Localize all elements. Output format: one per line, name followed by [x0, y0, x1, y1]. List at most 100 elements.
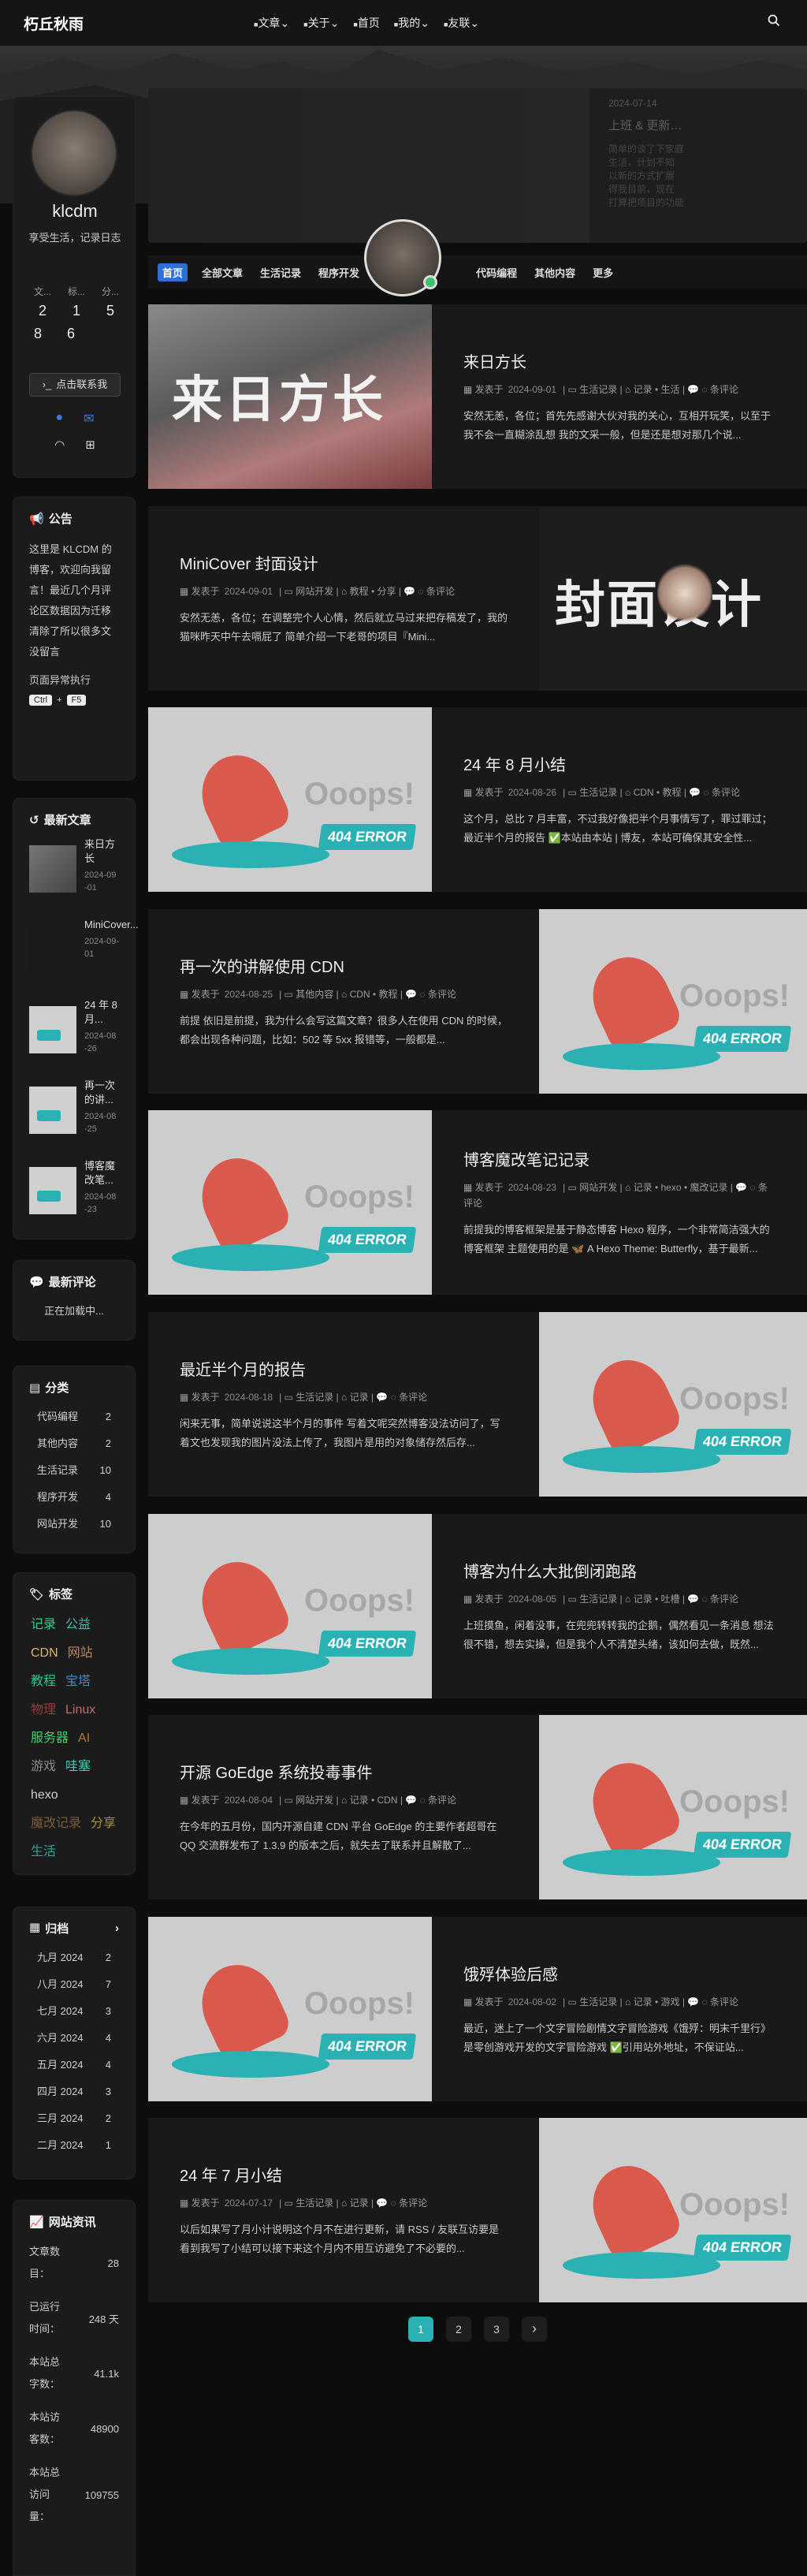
archive-item[interactable]: 四月 2024 3 — [13, 2078, 135, 2105]
post-tag[interactable]: 分享 — [377, 586, 396, 597]
tag-item[interactable]: 服务器 — [31, 1727, 69, 1750]
post-tag[interactable]: CDN — [377, 1795, 397, 1806]
post-cover[interactable]: Ooops! 404 ERROR — [539, 909, 807, 1094]
post-title[interactable]: 24 年 7 月小结 — [180, 2163, 508, 2186]
search-icon[interactable] — [768, 14, 780, 31]
recent-post-title[interactable]: MiniCover... — [84, 918, 139, 932]
tag-item[interactable]: 魔改记录 — [31, 1812, 81, 1836]
nav-item-4[interactable]: ■ 友联 ⌄ — [444, 15, 479, 31]
tag-item[interactable]: 教程 — [31, 1670, 56, 1694]
post-title[interactable]: 博客为什么大批倒闭跑路 — [463, 1559, 775, 1582]
recent-post-title[interactable]: 24 年 8 月... — [84, 998, 119, 1027]
profile-stat[interactable]: 8 — [34, 326, 42, 342]
email-icon[interactable]: ✉ — [84, 411, 94, 427]
post-title[interactable]: MiniCover 封面设计 — [180, 551, 508, 574]
post-card[interactable]: Ooops! 404 ERROR 博客为什么大批倒闭跑路 ▦ 发表于 2024-08-0… — [148, 1514, 807, 1698]
post-cover[interactable]: Ooops! 404 ERROR — [539, 2118, 807, 2302]
post-card[interactable]: Ooops! 404 ERROR 再一次的讲解使用 CDN ▦ 发表于 2024-08-… — [148, 909, 807, 1094]
post-comments[interactable]: 条评论 — [428, 1795, 456, 1806]
post-card[interactable]: 封面设计 MiniCover 封面设计 ▦ 发表于2024-09-01| ▭ 网站开… — [148, 506, 807, 691]
tag-item[interactable]: Linux — [65, 1698, 95, 1722]
recent-post-item[interactable]: 博客魔改笔... 2024-08-23 — [29, 1159, 119, 1240]
post-category[interactable]: 生活记录 — [579, 1996, 617, 2007]
post-tag[interactable]: 记录 — [634, 1996, 653, 2007]
post-cover[interactable]: 来日方长 — [148, 304, 432, 489]
category-item[interactable]: 其他内容 2 — [13, 1430, 135, 1457]
post-tag[interactable]: 教程 — [378, 989, 397, 1000]
nav-item-3[interactable]: ■ 我的 ⌄ — [394, 15, 430, 31]
post-title[interactable]: 24 年 8 月小结 — [463, 752, 775, 775]
recent-post-item[interactable]: 再一次的讲... 2024-08-25 — [29, 1079, 119, 1159]
post-cover[interactable]: Ooops! 404 ERROR — [539, 1715, 807, 1899]
post-card[interactable]: Ooops! 404 ERROR 开源 GoEdge 系统投毒事件 ▦ 发表于 2024… — [148, 1715, 807, 1899]
post-tag[interactable]: 游戏 — [660, 1996, 679, 2007]
post-card[interactable]: Ooops! 404 ERROR 24 年 8 月小结 ▦ 发表于 2024-08-26… — [148, 707, 807, 892]
tag-item[interactable]: hexo — [31, 1784, 58, 1807]
post-tag[interactable]: 记录 — [634, 1594, 653, 1605]
post-tag[interactable]: CDN — [634, 787, 654, 798]
tag-item[interactable]: 分享 — [91, 1812, 116, 1836]
post-comments[interactable]: 条评论 — [426, 586, 455, 597]
post-tag[interactable]: 记录 — [350, 2198, 369, 2209]
post-cover[interactable]: Ooops! 404 ERROR — [148, 1514, 432, 1698]
post-cover[interactable]: Ooops! 404 ERROR — [148, 707, 432, 892]
recent-post-item[interactable]: 来日方长 2024-09-01 — [29, 837, 119, 918]
tag-item[interactable]: 生活 — [31, 1840, 56, 1864]
next-page-button[interactable]: › — [522, 2317, 547, 2342]
archive-item[interactable]: 三月 2024 2 — [13, 2105, 135, 2132]
post-tag[interactable]: CDN — [350, 989, 370, 1000]
nav-item-2[interactable]: ■ 首页 — [353, 15, 379, 31]
post-category[interactable]: 生活记录 — [296, 2198, 333, 2209]
post-title[interactable]: 开源 GoEdge 系统投毒事件 — [180, 1760, 508, 1783]
tag-item[interactable]: 记录 — [31, 1613, 56, 1637]
post-card[interactable]: 来日方长 来日方长 ▦ 发表于 2024-09-01 | ▭ 生活记录 | ⌂ 记录 •… — [148, 304, 807, 489]
page-3[interactable]: 3 — [484, 2317, 509, 2342]
post-category[interactable]: 网站开发 — [296, 586, 333, 597]
post-comments[interactable]: 条评论 — [399, 2198, 427, 2209]
post-cover[interactable]: Ooops! 404 ERROR — [539, 1312, 807, 1497]
profile-stat[interactable]: 分... 5 — [102, 285, 119, 319]
archive-item[interactable]: 二月 2024 1 — [13, 2132, 135, 2159]
tag-item[interactable]: 网站 — [68, 1642, 93, 1665]
github-icon[interactable]: ● — [55, 411, 63, 427]
profile-stat[interactable]: 文... 2 — [34, 285, 51, 319]
nav-item-1[interactable]: ■ 关于 ⌄ — [303, 15, 339, 31]
profile-stat[interactable]: 标... 1 — [68, 285, 85, 319]
post-card[interactable]: Ooops! 404 ERROR 24 年 7 月小结 ▦ 发表于 2024-07-17… — [148, 2118, 807, 2302]
recent-post-title[interactable]: 博客魔改笔... — [84, 1159, 119, 1187]
recent-post-item[interactable]: MiniCover... 2024-09-01 — [29, 918, 139, 998]
post-comments[interactable]: 条评论 — [399, 1392, 427, 1403]
post-title[interactable]: 再一次的讲解使用 CDN — [180, 954, 508, 977]
post-tag[interactable]: 教程 — [350, 586, 369, 597]
tag-item[interactable]: 公益 — [65, 1613, 91, 1637]
page-2[interactable]: 2 — [446, 2317, 471, 2342]
profile-avatar[interactable] — [31, 110, 117, 196]
post-title[interactable]: 博客魔改笔记记录 — [463, 1147, 775, 1170]
recent-post-title[interactable]: 再一次的讲... — [84, 1079, 119, 1107]
post-cover[interactable]: 封面设计 — [539, 506, 807, 691]
post-card[interactable]: Ooops! 404 ERROR 博客魔改笔记记录 ▦ 发表于 2024-08-23 | … — [148, 1110, 807, 1295]
post-category[interactable]: 网站开发 — [296, 1795, 333, 1806]
chevron-right-icon[interactable]: › — [115, 1922, 119, 1935]
post-category[interactable]: 网站开发 — [579, 1182, 617, 1193]
post-category[interactable]: 生活记录 — [579, 787, 617, 798]
post-tag[interactable]: 生活 — [660, 384, 679, 395]
post-category[interactable]: 生活记录 — [579, 384, 617, 395]
post-tag[interactable]: 记录 — [350, 1392, 369, 1403]
category-item[interactable]: 生活记录 10 — [13, 1457, 135, 1484]
tag-item[interactable]: AI — [78, 1727, 90, 1750]
post-category[interactable]: 生活记录 — [579, 1594, 617, 1605]
archive-item[interactable]: 五月 2024 4 — [13, 2052, 135, 2078]
tag-item[interactable]: 宝塔 — [65, 1670, 91, 1694]
post-title[interactable]: 饿殍体验后感 — [463, 1962, 775, 1985]
post-category[interactable]: 其他内容 — [296, 989, 333, 1000]
contact-button[interactable]: ›_ 点击联系我 — [29, 373, 121, 397]
post-tag[interactable]: 记录 — [634, 1182, 653, 1193]
post-title[interactable]: 来日方长 — [463, 349, 775, 372]
tag-item[interactable]: 哇塞 — [65, 1755, 91, 1779]
post-comments[interactable]: 条评论 — [712, 787, 740, 798]
category-item[interactable]: 网站开发 10 — [13, 1511, 135, 1538]
tag-item[interactable]: 物理 — [31, 1698, 56, 1722]
recent-post-title[interactable]: 来日方长 — [84, 837, 119, 866]
post-tag[interactable]: 教程 — [662, 787, 681, 798]
